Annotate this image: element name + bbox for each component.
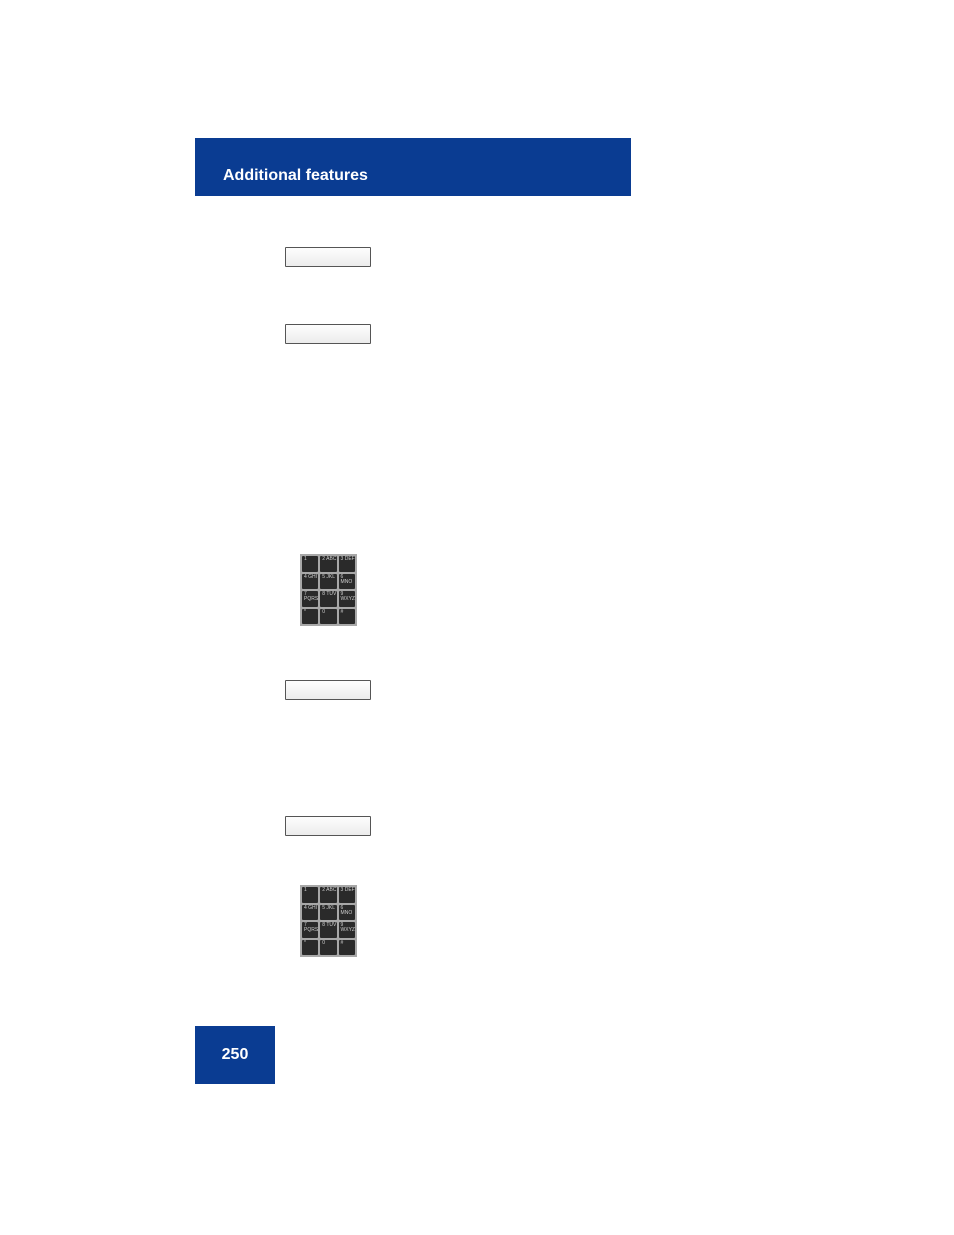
key-0[interactable]: 0	[320, 940, 336, 956]
key-star[interactable]: *	[302, 609, 318, 625]
key-2[interactable]: 2 ABC	[320, 556, 336, 572]
key-1[interactable]: 1	[302, 887, 318, 903]
key-5[interactable]: 5 JKL	[320, 574, 336, 590]
key-9[interactable]: 9 WXYZ	[339, 922, 355, 938]
document-page: { "header": { "title": "Additional featu…	[0, 0, 954, 1235]
key-5[interactable]: 5 JKL	[320, 905, 336, 921]
key-3[interactable]: 3 DEF	[339, 887, 355, 903]
key-1[interactable]: 1	[302, 556, 318, 572]
section-title: Additional features	[213, 159, 631, 192]
key-hash[interactable]: #	[339, 609, 355, 625]
key-9[interactable]: 9 WXYZ	[339, 591, 355, 607]
key-8[interactable]: 8 TUV	[320, 591, 336, 607]
key-hash[interactable]: #	[339, 940, 355, 956]
softkey-button-1[interactable]	[285, 247, 371, 267]
key-0[interactable]: 0	[320, 609, 336, 625]
softkey-button-2[interactable]	[285, 324, 371, 344]
key-8[interactable]: 8 TUV	[320, 922, 336, 938]
dialpad-1[interactable]: 1 2 ABC 3 DEF 4 GHI 5 JKL 6 MNO 7 PQRS 8…	[300, 554, 357, 626]
key-3[interactable]: 3 DEF	[339, 556, 355, 572]
softkey-button-3[interactable]	[285, 680, 371, 700]
softkey-button-4[interactable]	[285, 816, 371, 836]
page-number: 250	[195, 1026, 275, 1084]
key-7[interactable]: 7 PQRS	[302, 922, 318, 938]
dialpad-2[interactable]: 1 2 ABC 3 DEF 4 GHI 5 JKL 6 MNO 7 PQRS 8…	[300, 885, 357, 957]
key-6[interactable]: 6 MNO	[339, 574, 355, 590]
key-6[interactable]: 6 MNO	[339, 905, 355, 921]
key-star[interactable]: *	[302, 940, 318, 956]
key-2[interactable]: 2 ABC	[320, 887, 336, 903]
key-4[interactable]: 4 GHI	[302, 905, 318, 921]
key-4[interactable]: 4 GHI	[302, 574, 318, 590]
key-7[interactable]: 7 PQRS	[302, 591, 318, 607]
